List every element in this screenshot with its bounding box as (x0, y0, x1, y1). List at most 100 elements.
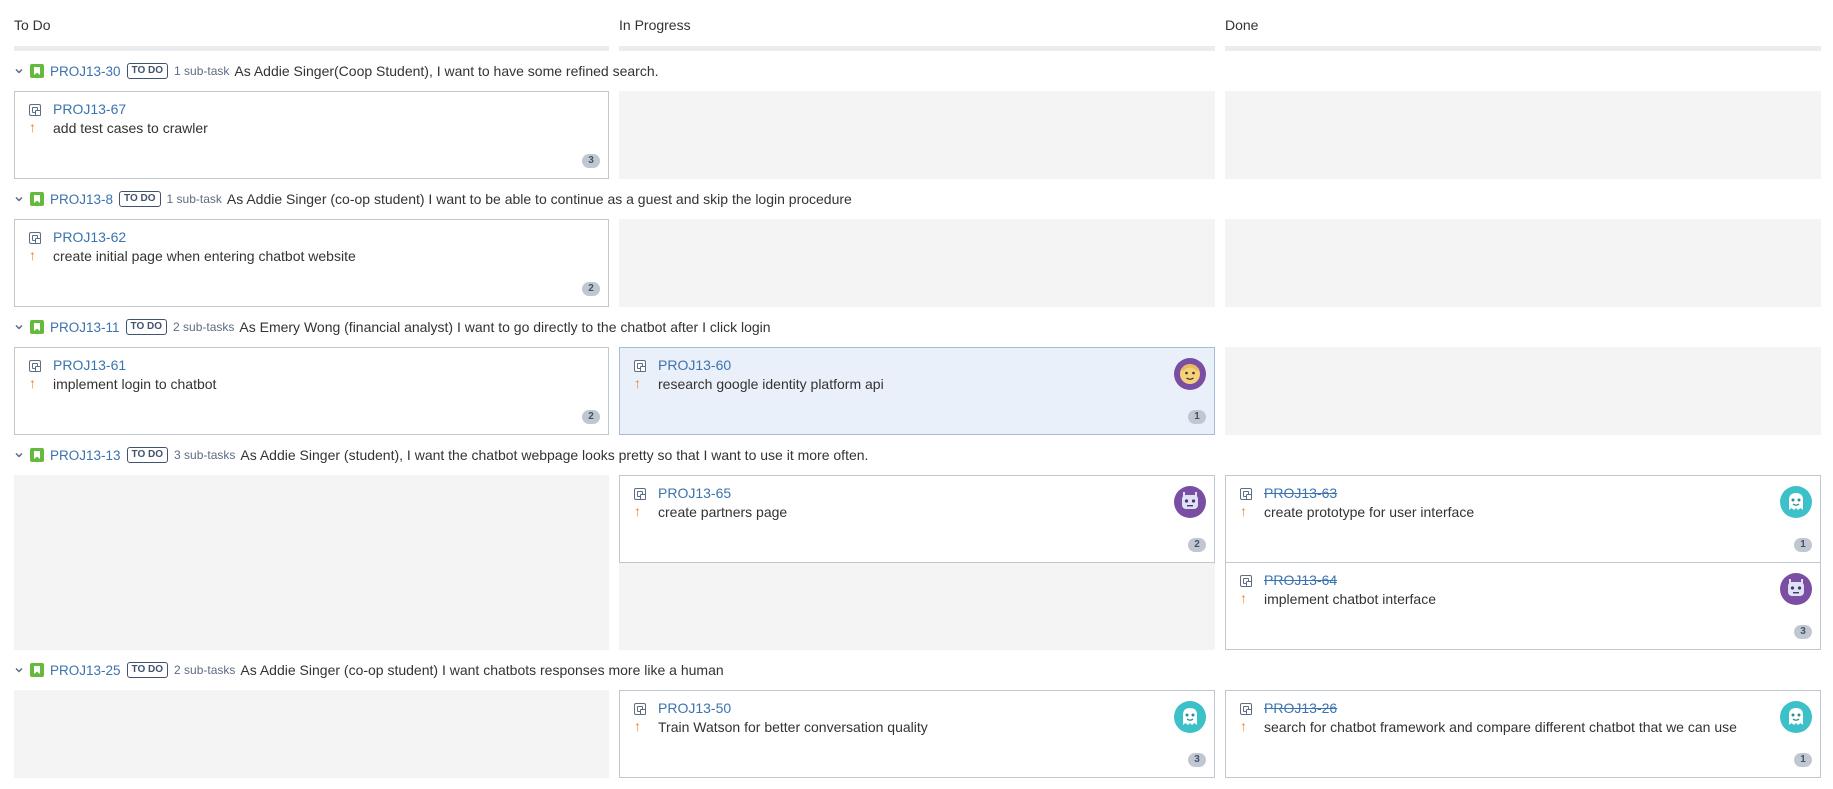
issue-card[interactable]: PROJ13-63 ↑ create prototype for user in… (1225, 475, 1821, 563)
empty-cell[interactable] (1225, 219, 1821, 307)
swimlane-header[interactable]: PROJ13-11 TO DO 2 sub-tasks As Emery Won… (14, 318, 771, 336)
subtask-icon (1240, 703, 1252, 715)
empty-cell[interactable] (619, 91, 1215, 179)
column-header-in-progress: In Progress (619, 17, 691, 33)
issue-key-link[interactable]: PROJ13-26 (1264, 700, 1337, 716)
issue-summary: search for chatbot framework and compare… (1264, 719, 1737, 735)
chevron-down-icon[interactable] (14, 450, 24, 460)
issue-summary: research google identity platform api (658, 376, 884, 392)
avatar-face-icon[interactable] (1174, 358, 1206, 390)
story-points-badge: 3 (582, 154, 600, 168)
avatar-ghost-teal-icon[interactable] (1780, 486, 1812, 518)
empty-cell[interactable] (619, 563, 1215, 650)
priority-arrow-up-icon: ↑ (29, 375, 36, 391)
avatar-ghost-teal-icon[interactable] (1174, 701, 1206, 733)
issue-card[interactable]: PROJ13-50 ↑ Train Watson for better conv… (619, 690, 1215, 778)
subtask-count: 3 sub-tasks (174, 448, 236, 462)
issue-key-link[interactable]: PROJ13-67 (53, 101, 126, 117)
issue-card[interactable]: PROJ13-61 ↑ implement login to chatbot 2 (14, 347, 609, 435)
chevron-down-icon[interactable] (14, 665, 24, 675)
swimlane-header[interactable]: PROJ13-25 TO DO 2 sub-tasks As Addie Sin… (14, 661, 724, 679)
issue-summary: implement login to chatbot (53, 376, 217, 392)
issue-key-link[interactable]: PROJ13-60 (658, 357, 731, 373)
subtask-icon (634, 703, 646, 715)
subtask-icon (29, 232, 41, 244)
story-points-badge: 1 (1794, 538, 1812, 552)
issue-card[interactable]: PROJ13-65 ↑ create partners page 2 (619, 475, 1215, 563)
priority-arrow-up-icon: ↑ (634, 375, 641, 391)
empty-cell[interactable] (14, 475, 609, 650)
story-key-link[interactable]: PROJ13-25 (50, 663, 121, 678)
story-points-badge: 2 (582, 410, 600, 424)
empty-cell[interactable] (1225, 91, 1821, 179)
story-icon (30, 320, 44, 334)
issue-summary: create partners page (658, 504, 788, 520)
issue-key-link[interactable]: PROJ13-64 (1264, 572, 1337, 588)
issue-key-link[interactable]: PROJ13-62 (53, 229, 126, 245)
status-badge: TO DO (126, 447, 169, 463)
column-divider-bar (619, 46, 1215, 51)
story-points-badge: 2 (1188, 538, 1206, 552)
story-key-link[interactable]: PROJ13-11 (50, 320, 120, 335)
story-points-badge: 1 (1188, 410, 1206, 424)
story-summary: As Addie Singer(Coop Student), I want to… (234, 63, 659, 79)
subtask-icon (29, 104, 41, 116)
subtask-icon (634, 488, 646, 500)
subtask-icon (634, 360, 646, 372)
column-header-done: Done (1225, 17, 1259, 33)
chevron-down-icon[interactable] (14, 66, 24, 76)
issue-summary: implement chatbot interface (1264, 591, 1436, 607)
issue-card[interactable]: PROJ13-64 ↑ implement chatbot interface … (1225, 562, 1821, 650)
status-badge: TO DO (125, 319, 168, 335)
story-points-badge: 1 (1794, 753, 1812, 767)
issue-key-link[interactable]: PROJ13-65 (658, 485, 731, 501)
story-key-link[interactable]: PROJ13-30 (50, 64, 121, 79)
issue-key-link[interactable]: PROJ13-63 (1264, 485, 1337, 501)
swimlane-header[interactable]: PROJ13-30 TO DO 1 sub-task As Addie Sing… (14, 62, 659, 80)
story-points-badge: 3 (1188, 753, 1206, 767)
avatar-robot-purple-icon[interactable] (1174, 486, 1206, 518)
story-points-badge: 3 (1794, 625, 1812, 639)
empty-cell[interactable] (619, 219, 1215, 307)
status-badge: TO DO (126, 662, 169, 678)
column-divider-bar (14, 46, 609, 51)
status-badge: TO DO (119, 191, 161, 207)
empty-cell[interactable] (14, 690, 609, 778)
chevron-down-icon[interactable] (14, 194, 24, 204)
issue-card[interactable]: PROJ13-26 ↑ search for chatbot framework… (1225, 690, 1821, 778)
issue-card-selected[interactable]: PROJ13-60 ↑ research google identity pla… (619, 347, 1215, 435)
subtask-count: 1 sub-task (174, 64, 230, 78)
issue-card[interactable]: PROJ13-62 ↑ create initial page when ent… (14, 219, 609, 307)
subtask-icon (29, 360, 41, 372)
issue-key-link[interactable]: PROJ13-50 (658, 700, 731, 716)
story-icon (30, 448, 44, 462)
issue-key-link[interactable]: PROJ13-61 (53, 357, 126, 373)
swimlane-header[interactable]: PROJ13-13 TO DO 3 sub-tasks As Addie Sin… (14, 446, 868, 464)
column-divider-bar (1225, 46, 1821, 51)
subtask-icon (1240, 488, 1252, 500)
issue-summary: Train Watson for better conversation qua… (658, 719, 928, 735)
issue-summary: create initial page when entering chatbo… (53, 248, 356, 264)
story-icon (30, 64, 44, 78)
story-key-link[interactable]: PROJ13-8 (50, 192, 113, 207)
priority-arrow-up-icon: ↑ (29, 119, 36, 135)
avatar-robot-purple-icon[interactable] (1780, 573, 1812, 605)
priority-arrow-up-icon: ↑ (634, 503, 641, 519)
issue-card[interactable]: PROJ13-67 ↑ add test cases to crawler 3 (14, 91, 609, 179)
subtask-count: 1 sub-task (166, 192, 222, 206)
story-key-link[interactable]: PROJ13-13 (50, 448, 121, 463)
story-summary: As Addie Singer (co-op student) I want c… (240, 662, 724, 678)
avatar-ghost-teal-icon[interactable] (1780, 701, 1812, 733)
story-icon (30, 663, 44, 677)
issue-summary: add test cases to crawler (53, 120, 208, 136)
subtask-count: 2 sub-tasks (174, 663, 236, 677)
subtask-icon (1240, 575, 1252, 587)
swimlane-header[interactable]: PROJ13-8 TO DO 1 sub-task As Addie Singe… (14, 190, 852, 208)
story-points-badge: 2 (582, 282, 600, 296)
story-summary: As Addie Singer (co-op student) I want t… (226, 191, 852, 207)
chevron-down-icon[interactable] (14, 322, 24, 332)
priority-arrow-up-icon: ↑ (1240, 503, 1247, 519)
story-summary: As Emery Wong (financial analyst) I want… (239, 319, 771, 335)
status-badge: TO DO (126, 63, 169, 79)
empty-cell[interactable] (1225, 347, 1821, 435)
